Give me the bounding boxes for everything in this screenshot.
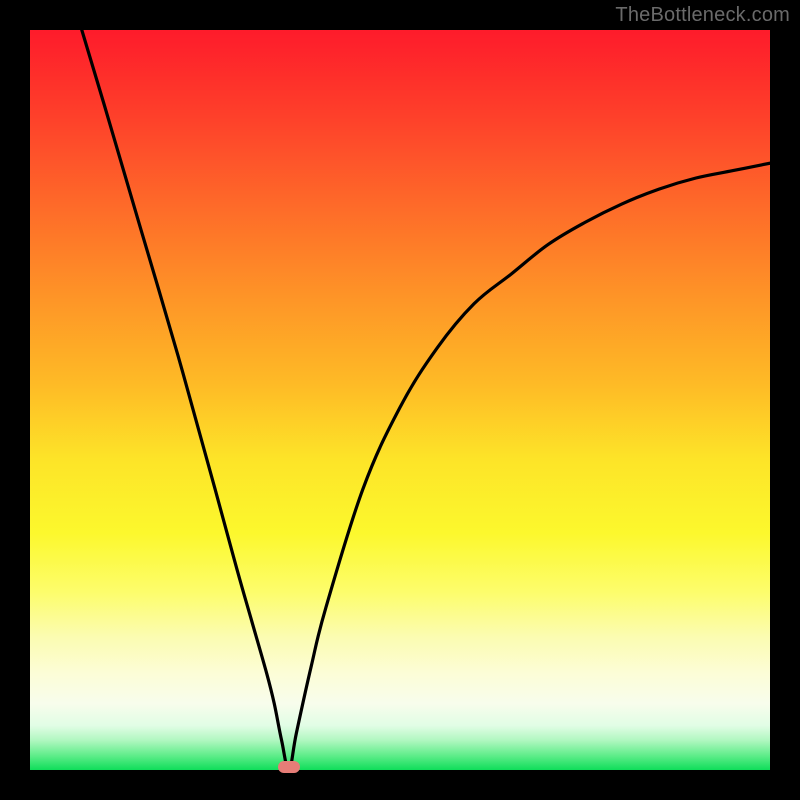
watermark-text: TheBottleneck.com	[615, 4, 790, 27]
chart-frame: TheBottleneck.com	[0, 0, 800, 800]
minimum-marker	[278, 761, 300, 773]
bottleneck-curve	[82, 30, 770, 770]
plot-area	[30, 30, 770, 770]
curve-svg	[30, 30, 770, 770]
